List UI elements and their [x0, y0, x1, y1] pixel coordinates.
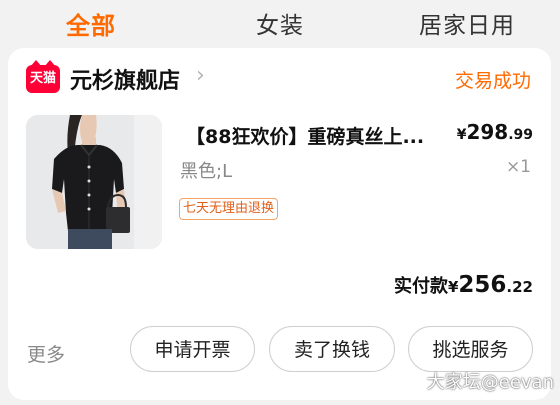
- resell-button[interactable]: 卖了换钱: [269, 326, 395, 372]
- order-card[interactable]: 天猫 元杉旗舰店 › 交易成功 【88狂欢价】重磅真丝上... ¥298.99 …: [8, 48, 551, 400]
- category-tabs: 全部 女装 居家日用: [0, 0, 560, 48]
- tmall-logo-icon: 天猫: [26, 60, 60, 93]
- tab-all[interactable]: 全部: [66, 6, 116, 41]
- paid-currency: ¥: [447, 278, 459, 296]
- product-image[interactable]: [26, 115, 162, 249]
- watermark: 大家坛@eevan: [426, 372, 554, 393]
- select-service-button[interactable]: 挑选服务: [408, 326, 533, 372]
- product-price: ¥298.99: [457, 120, 533, 144]
- shop-name[interactable]: 元杉旗舰店: [70, 63, 180, 95]
- tab-womens-clothing[interactable]: 女装: [256, 6, 304, 40]
- product-quantity: ×1: [505, 157, 531, 177]
- price-currency: ¥: [456, 127, 467, 143]
- paid-decimal: .22: [506, 278, 533, 296]
- service-tag: 七天无理由退换: [179, 198, 279, 220]
- paid-integer: 256: [458, 272, 507, 298]
- apply-invoice-button[interactable]: 申请开票: [130, 326, 255, 372]
- chevron-right-icon[interactable]: ›: [196, 63, 205, 88]
- more-button[interactable]: 更多: [27, 340, 65, 367]
- order-status: 交易成功: [454, 70, 531, 92]
- price-decimal: .99: [508, 127, 533, 143]
- paid-amount: 实付款¥256.22: [394, 272, 533, 298]
- price-integer: 298: [466, 120, 509, 144]
- product-variant: 黑色;L: [180, 161, 233, 182]
- product-title[interactable]: 【88狂欢价】重磅真丝上...: [186, 122, 424, 149]
- product-photo-illustration: [26, 115, 162, 249]
- paid-label: 实付款: [393, 276, 448, 297]
- tab-home-goods[interactable]: 居家日用: [419, 6, 515, 40]
